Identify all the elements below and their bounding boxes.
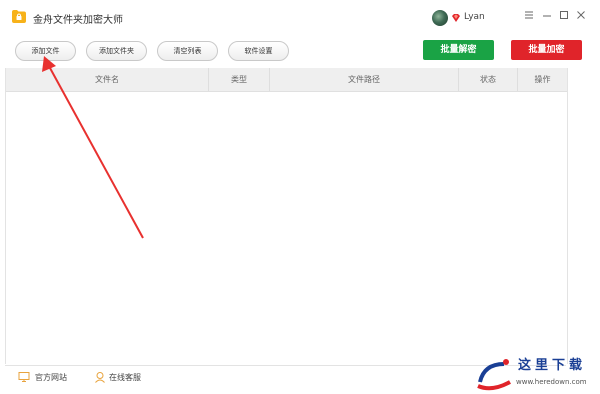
- add-folder-button[interactable]: 添加文件夹: [86, 41, 147, 61]
- online-support-link[interactable]: 在线客服: [109, 372, 141, 383]
- monitor-icon: [18, 372, 30, 382]
- title-bar: 金舟文件夹加密大师 Lyan: [0, 0, 600, 36]
- maximize-icon[interactable]: [557, 8, 571, 22]
- watermark-url: www.heredown.com: [516, 378, 587, 386]
- settings-button[interactable]: 软件设置: [228, 41, 289, 61]
- watermark-logo: [477, 359, 511, 391]
- column-header-path[interactable]: 文件路径: [270, 68, 459, 91]
- official-website-link[interactable]: 官方网站: [35, 372, 67, 383]
- vip-diamond-icon[interactable]: [451, 13, 461, 23]
- app-title: 金舟文件夹加密大师: [33, 15, 123, 26]
- column-header-filename[interactable]: 文件名: [6, 68, 209, 91]
- table-body[interactable]: [6, 92, 567, 364]
- column-header-status[interactable]: 状态: [459, 68, 518, 91]
- add-file-button[interactable]: 添加文件: [15, 41, 76, 61]
- column-header-action[interactable]: 操作: [518, 68, 567, 91]
- avatar[interactable]: [432, 10, 448, 26]
- batch-decrypt-button[interactable]: 批量解密: [423, 40, 494, 60]
- menu-icon[interactable]: [522, 8, 536, 22]
- table-header: 文件名 类型 文件路径 状态 操作: [6, 68, 567, 92]
- clear-list-button[interactable]: 清空列表: [157, 41, 218, 61]
- minimize-icon[interactable]: [540, 8, 554, 22]
- close-icon[interactable]: [574, 8, 588, 22]
- watermark-text: 这里下载: [518, 358, 587, 373]
- folder-lock-icon: [12, 10, 26, 23]
- username[interactable]: Lyan: [464, 12, 485, 22]
- customer-service-icon: [95, 372, 105, 383]
- column-header-type[interactable]: 类型: [209, 68, 270, 91]
- toolbar: 添加文件 添加文件夹 清空列表 软件设置 批量解密 批量加密: [0, 36, 600, 66]
- app-window: 金舟文件夹加密大师 Lyan 添加文件 添加文件夹 清空列表 软件设置 批量解密: [0, 0, 600, 394]
- batch-encrypt-button[interactable]: 批量加密: [511, 40, 582, 60]
- file-table: 文件名 类型 文件路径 状态 操作: [5, 68, 568, 364]
